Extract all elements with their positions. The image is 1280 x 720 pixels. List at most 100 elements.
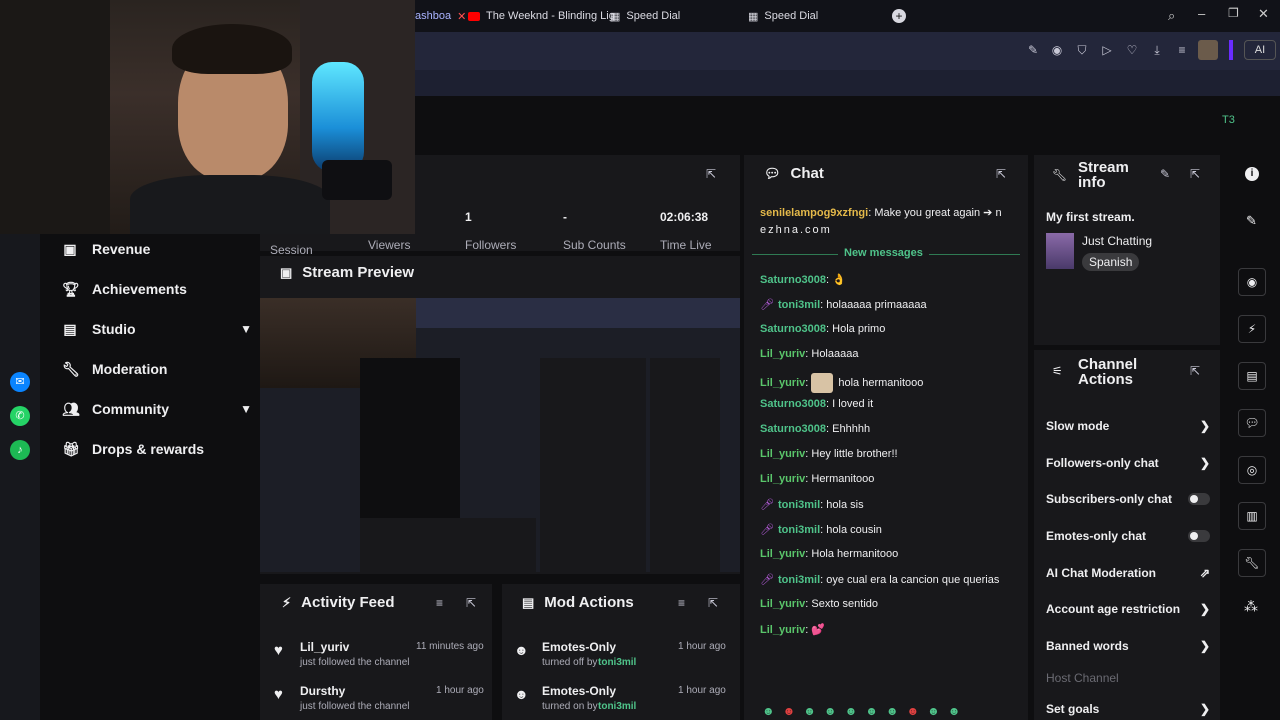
whatsapp-icon[interactable]: ✆ xyxy=(10,406,30,426)
user-initials[interactable]: T3 xyxy=(1222,114,1244,132)
ai-label: AI xyxy=(1254,44,1266,56)
activity-user[interactable]: Dursthy xyxy=(300,684,345,698)
channel-action-followers-only-chat[interactable]: Followers-only chat ❯ xyxy=(1046,452,1210,474)
tab-dashboard[interactable]: ashboa ✕ xyxy=(415,4,466,28)
nav-item-studio[interactable]: ▤ Studio ▼ xyxy=(62,315,252,343)
spotify-icon[interactable]: ♪ xyxy=(10,440,30,460)
nav-item-community[interactable]: 👥︎ Community ▼ xyxy=(62,395,252,423)
heart-icon[interactable]: ♡ xyxy=(1123,41,1141,59)
toggle-switch[interactable] xyxy=(1188,493,1210,505)
chat-user[interactable]: Saturno3008 xyxy=(760,274,826,286)
nav-item-moderation[interactable]: 🔧︎ Moderation xyxy=(62,355,252,383)
mod-action-by[interactable]: toni3mil xyxy=(598,701,636,712)
broadcast-icon[interactable]: ◎ xyxy=(1238,456,1266,484)
mod-action-time: 1 hour ago xyxy=(678,641,726,652)
edit-icon[interactable]: ✎ xyxy=(1160,167,1170,181)
download-icon[interactable]: ⤓ xyxy=(1148,41,1166,59)
nav-item-revenue[interactable]: ▣ Revenue xyxy=(62,235,252,263)
close-window-icon[interactable]: ✕ xyxy=(1258,6,1269,22)
wrench-icon[interactable]: 🔧︎ xyxy=(1238,549,1266,577)
pencil-icon[interactable]: ✎ xyxy=(1246,213,1257,229)
nav-item-drops[interactable]: 🎁︎ Drops & rewards xyxy=(62,435,252,463)
channel-action-slow-mode[interactable]: Slow mode ❯ xyxy=(1046,415,1210,437)
new-tab-plus-icon[interactable]: + xyxy=(892,9,906,23)
chat-user[interactable]: toni3mil xyxy=(778,299,820,311)
camera-focus-icon[interactable]: ◉ xyxy=(1238,268,1266,296)
channel-action-host-channel[interactable]: Host Channel xyxy=(1046,667,1210,689)
minimize-icon[interactable]: – xyxy=(1198,6,1205,21)
chat-user[interactable]: Lil_yuriv xyxy=(760,348,805,360)
camera-icon[interactable]: ◉ xyxy=(1048,41,1066,59)
popout-icon[interactable]: ⇱ xyxy=(466,596,476,610)
filter-icon[interactable]: ≡ xyxy=(436,596,443,610)
chat-user[interactable]: Lil_yuriv xyxy=(760,598,805,610)
chat-text: hola sis xyxy=(826,499,864,511)
chat-user[interactable]: Saturno3008 xyxy=(760,423,826,435)
toggle-switch[interactable] xyxy=(1188,530,1210,542)
language-tag[interactable]: Spanish xyxy=(1082,253,1140,271)
chat-user[interactable]: Saturno3008 xyxy=(760,398,826,410)
mod-action-desc: turned off by xyxy=(542,657,598,668)
emote-icon[interactable]: ☻ xyxy=(886,704,899,718)
channel-action-set-goals[interactable]: Set goals ❯ xyxy=(1046,698,1210,720)
filter-icon[interactable]: ≡ xyxy=(678,596,685,610)
emote-icon[interactable]: ☻ xyxy=(927,704,940,718)
popout-icon[interactable]: ⇱ xyxy=(1190,364,1200,378)
emote-icon[interactable]: ☻ xyxy=(906,704,919,718)
popout-icon[interactable]: ⇱ xyxy=(1190,167,1200,181)
nav-item-achievements[interactable]: 🏆︎ Achievements xyxy=(62,275,252,303)
search-icon[interactable]: ⌕ xyxy=(1168,8,1175,24)
emote-icon[interactable]: ☻ xyxy=(824,704,837,718)
messenger-icon[interactable]: ✉ xyxy=(10,372,30,392)
channel-action-emotes-only-chat[interactable]: Emotes-only chat xyxy=(1046,525,1210,547)
category-name[interactable]: Just Chatting xyxy=(1082,234,1152,248)
chat-user[interactable]: toni3mil xyxy=(778,574,820,586)
tab-speed-dial-1[interactable]: ▦ Speed Dial xyxy=(610,4,680,28)
share-icon[interactable]: ⁂ xyxy=(1244,598,1258,615)
popout-icon[interactable]: ⇱ xyxy=(706,167,716,181)
emote-icon[interactable]: ☻ xyxy=(865,704,878,718)
channel-action-banned-words[interactable]: Banned words ❯ xyxy=(1046,635,1210,657)
edit-icon[interactable]: ✎ xyxy=(1024,41,1042,59)
restore-icon[interactable]: ❐ xyxy=(1228,6,1239,20)
mod-action-by[interactable]: toni3mil xyxy=(598,657,636,668)
layout-icon[interactable]: ▥ xyxy=(1238,502,1266,530)
ai-button[interactable]: AI xyxy=(1244,40,1276,60)
emote-icon[interactable]: ☻ xyxy=(803,704,816,718)
chat-user[interactable]: Saturno3008 xyxy=(760,323,826,335)
chat-user[interactable]: Lil_yuriv xyxy=(760,548,805,560)
emote-image xyxy=(811,373,834,393)
chevron-right-icon: ❯ xyxy=(1199,602,1210,616)
emote-icon[interactable]: ☻ xyxy=(783,704,796,718)
shield-icon[interactable]: ⛉ xyxy=(1073,41,1091,59)
popout-icon[interactable]: ⇱ xyxy=(708,596,718,610)
info-icon[interactable]: i xyxy=(1245,167,1259,181)
channel-action-subscribers-only-chat[interactable]: Subscribers-only chat xyxy=(1046,488,1210,510)
menu-icon[interactable]: ≡ xyxy=(1173,41,1191,59)
channel-action-ai-chat-moderation[interactable]: AI Chat Moderation ⇗ xyxy=(1046,562,1210,584)
emote-icon[interactable]: ☻ xyxy=(948,704,961,718)
chat-user[interactable]: toni3mil xyxy=(778,499,820,511)
stream-preview-video[interactable] xyxy=(260,298,740,572)
channel-action-label: Account age restriction xyxy=(1046,602,1181,616)
tab-speed-dial-2[interactable]: ▦ Speed Dial xyxy=(748,4,818,28)
chat-user[interactable]: toni3mil xyxy=(778,524,820,536)
chat-message: Lil_yuriv: 💕 xyxy=(760,623,1020,636)
lightning-icon[interactable]: ⚡︎ xyxy=(1238,315,1266,343)
chat-user[interactable]: Lil_yuriv xyxy=(760,473,805,485)
popout-icon[interactable]: ⇱ xyxy=(996,167,1006,181)
chat-user[interactable]: senilelampog9xzfngi xyxy=(760,207,868,219)
chat-user[interactable]: Lil_yuriv xyxy=(760,377,805,389)
play-icon[interactable]: ▷ xyxy=(1098,41,1116,59)
close-icon[interactable]: ✕ xyxy=(457,10,466,23)
profile-avatar[interactable] xyxy=(1198,40,1218,60)
emote-icon[interactable]: ☻ xyxy=(762,704,775,718)
chat-icon[interactable]: 💬︎ xyxy=(1238,409,1266,437)
document-icon[interactable]: ▤ xyxy=(1238,362,1266,390)
activity-user[interactable]: Lil_yuriv xyxy=(300,640,349,654)
chat-user[interactable]: Lil_yuriv xyxy=(760,624,805,636)
channel-action-account-age-restriction[interactable]: Account age restriction ❯ xyxy=(1046,598,1210,620)
tab-youtube[interactable]: The Weeknd - Blinding Lig xyxy=(468,4,615,28)
chat-user[interactable]: Lil_yuriv xyxy=(760,448,805,460)
emote-icon[interactable]: ☻ xyxy=(845,704,858,718)
